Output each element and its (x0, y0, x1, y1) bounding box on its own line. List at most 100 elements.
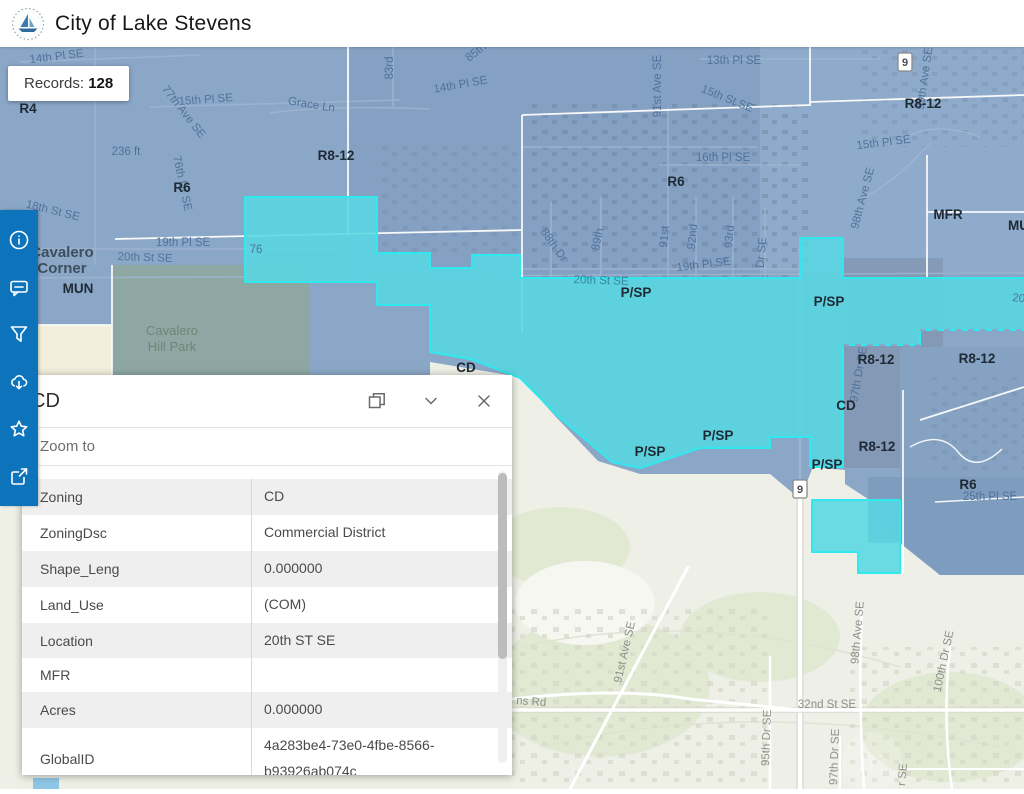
svg-text:m: m (858, 743, 886, 781)
field-label: ZoningDsc (22, 515, 252, 551)
map-street-label: 76 (250, 244, 263, 256)
map-zone-label: MUN (1008, 218, 1024, 233)
field-value: 4a283be4-73e0-4fbe-8566-b93926ab074c (252, 728, 512, 775)
download-button[interactable] (0, 362, 38, 402)
map-street-label: 91st (658, 225, 672, 249)
field-label: Land_Use (22, 587, 252, 623)
favorites-button[interactable] (0, 409, 38, 449)
map-street-label: 25th Pl SE (963, 491, 1018, 503)
popup-title: CD (22, 390, 368, 413)
route-shield: 9 (793, 480, 807, 498)
map-street-label: 20t (1012, 292, 1024, 306)
svg-text:9: 9 (902, 57, 908, 69)
map-street-label: 20th St SE (117, 251, 173, 265)
cloud-download-icon (8, 371, 30, 393)
field-label: Shape_Leng (22, 551, 252, 587)
field-label: Zoning (22, 479, 252, 515)
map-place-label: CavaleroCorner (30, 244, 93, 277)
map-zone-label: P/SP (703, 428, 734, 443)
app-header: City of Lake Stevens (0, 0, 1024, 47)
field-value: Commercial District (252, 515, 512, 551)
map-zone-label: R8-12 (858, 352, 895, 367)
filter-button[interactable] (0, 314, 38, 354)
dock-icon (368, 392, 386, 410)
popup-header: CD (22, 375, 512, 427)
map-street-label: 13th Pl SE (707, 55, 762, 67)
records-count: 128 (88, 75, 113, 92)
map-zone-label: R8-12 (905, 96, 942, 111)
field-row: ZoningCD (22, 479, 512, 515)
map-zone-label: P/SP (814, 294, 845, 309)
map-zone-label: R8-12 (959, 351, 996, 366)
field-value (252, 658, 512, 692)
field-label: Acres (22, 692, 252, 728)
filter-icon (8, 323, 30, 345)
records-label: Records: (24, 75, 84, 92)
map-zone-label: P/SP (635, 444, 666, 459)
city-seal-logo (11, 7, 45, 41)
map-zone-label: R4 (19, 101, 37, 116)
info-button[interactable] (0, 220, 38, 260)
map-street-label: 19th Pl SE (156, 237, 211, 249)
field-row: Shape_Leng0.000000 (22, 551, 512, 587)
field-value: 20th ST SE (252, 623, 512, 659)
map-street-label: ns Rd (516, 695, 547, 709)
field-row: Location20th ST SE (22, 623, 512, 659)
feature-popup: CD Zoom to ZoningCDZoningDscCommercial D… (22, 375, 512, 775)
popup-scrollbar[interactable] (498, 471, 507, 763)
zoom-to-action[interactable]: Zoom to (22, 427, 512, 466)
map-zone-label: P/SP (621, 285, 652, 300)
popup-scrollbar-thumb[interactable] (498, 473, 507, 659)
info-icon (8, 229, 30, 251)
share-export-icon (8, 465, 30, 487)
field-row: MFR (22, 658, 512, 692)
map-zone-label: P/SP (812, 457, 843, 472)
map-zone-label: R8-12 (318, 148, 355, 163)
map-street-label: 97th Dr SE (828, 728, 842, 785)
svg-text:9: 9 (797, 484, 803, 496)
map-zone-label: R6 (173, 180, 191, 195)
share-button[interactable] (0, 456, 38, 496)
page-title: City of Lake Stevens (55, 12, 252, 36)
field-value: (COM) (252, 587, 512, 623)
field-row: Land_Use(COM) (22, 587, 512, 623)
map-street-label: 236 ft (112, 146, 142, 158)
attribute-table: ZoningCDZoningDscCommercial DistrictShap… (22, 467, 512, 775)
map-street-label: 93rd (723, 225, 737, 249)
collapse-button[interactable] (423, 393, 439, 409)
field-row: Acres0.000000 (22, 692, 512, 728)
field-label: Location (22, 623, 252, 659)
pond (33, 778, 59, 789)
field-value: 0.000000 (252, 551, 512, 587)
map-place-label: CavaleroHill Park (146, 323, 198, 354)
route-shield: 9 (898, 53, 912, 71)
map-street-label: 83rd (384, 56, 396, 79)
map-toolbar (0, 210, 38, 506)
field-value: 0.000000 (252, 692, 512, 728)
field-label: MFR (22, 658, 252, 692)
comment-button[interactable] (0, 267, 38, 307)
map-zone-label: R6 (667, 174, 685, 189)
close-button[interactable] (476, 393, 492, 409)
comment-icon (8, 276, 30, 298)
field-value: CD (252, 479, 512, 515)
map-zone-label: R6 (959, 477, 977, 492)
records-badge: Records: 128 (8, 66, 129, 101)
map-zone-label: CD (836, 398, 856, 413)
star-icon (8, 418, 30, 440)
field-label: GlobalID (22, 728, 252, 775)
field-row: GlobalID4a283be4-73e0-4fbe-8566-b93926ab… (22, 728, 512, 775)
chevron-down-icon (423, 393, 439, 409)
map-street-label: 16th Pl SE (696, 152, 751, 164)
dock-button[interactable] (368, 392, 386, 410)
map-street-label: 91st Ave SE (652, 54, 664, 117)
map-zone-label: CD (456, 360, 476, 375)
map-street-label: 92nd (686, 223, 700, 250)
map-street-label: 32nd St SE (798, 699, 857, 711)
map-street-label: 95th Dr SE (760, 709, 774, 766)
field-row: ZoningDscCommercial District (22, 515, 512, 551)
map-zone-label: R8-12 (859, 439, 896, 454)
map-zone-label: MUN (63, 281, 94, 296)
close-icon (476, 393, 492, 409)
map-zone-label: MFR (933, 207, 962, 222)
